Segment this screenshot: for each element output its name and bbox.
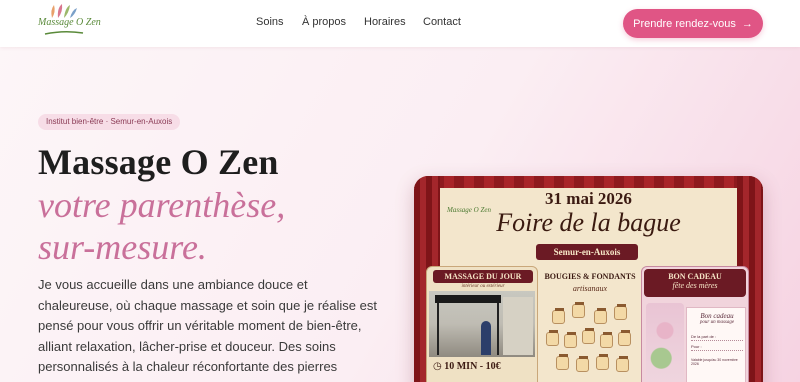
- nav-horaires[interactable]: Horaires: [364, 16, 406, 28]
- candle-jar: [614, 304, 627, 320]
- subtitle-line-1: votre parenthèse,: [38, 185, 286, 225]
- page-title: Massage O Zen: [38, 142, 279, 182]
- candle-jar: [618, 330, 631, 346]
- massage-price-text: 10 MIN - 10€: [444, 361, 501, 372]
- voucher-title: Bon cadeau: [700, 312, 734, 320]
- candle-jar: [594, 308, 607, 324]
- voucher-subtitle: pour un massage: [699, 320, 735, 325]
- clock-icon: ◷: [433, 361, 445, 372]
- hero-subtitle: votre parenthèse, sur-mesure.: [38, 184, 285, 268]
- nav-a-propos[interactable]: À propos: [302, 16, 346, 28]
- massage-price: ◷ 10 MIN - 10€: [433, 361, 533, 372]
- flower-illustration: [646, 303, 684, 382]
- massage-photo: [429, 291, 535, 357]
- cta-label: Prendre rendez-vous: [633, 17, 736, 30]
- massage-panel-subtitle: intérieur ou extérieur: [461, 284, 505, 289]
- gift-panel-subtitle: fête des mères: [672, 281, 718, 290]
- candle-jar: [552, 308, 565, 324]
- gift-panel-title: BON CADEAU: [668, 272, 722, 281]
- event-poster: 31 mai 2026 Massage O Zen Foire de la ba…: [414, 176, 763, 382]
- massage-panel: MASSAGE DU JOUR intérieur ou extérieur ◷…: [426, 266, 538, 382]
- nav-contact[interactable]: Contact: [423, 16, 461, 28]
- site-header: Massage O Zen Soins À propos Horaires Co…: [0, 0, 800, 47]
- poster-event-title: Foire de la bague: [496, 208, 681, 237]
- massage-panel-title: MASSAGE DU JOUR: [433, 270, 533, 283]
- book-appointment-button[interactable]: Prendre rendez-vous →: [623, 9, 763, 38]
- bougies-panel: BOUGIES & FONDANTS artisanaux: [542, 266, 638, 382]
- candle-jar: [616, 356, 629, 372]
- location-badge: Institut bien-être · Semur-en-Auxois: [38, 114, 181, 130]
- person: [481, 321, 491, 355]
- tent-canopy: [435, 295, 501, 303]
- hero-description: Je vous accueille dans une ambiance douc…: [38, 277, 377, 382]
- gift-panel: BON CADEAU fête des mères Bon cadeau pou…: [641, 266, 749, 382]
- candle-jar: [546, 330, 559, 346]
- subtitle-line-2: sur-mesure.: [38, 227, 207, 267]
- voucher-from: De la part de :: [691, 334, 743, 341]
- candle-jar: [596, 354, 609, 370]
- bougies-panel-title: BOUGIES & FONDANTS: [544, 272, 636, 281]
- gift-panel-header: BON CADEAU fête des mères: [644, 269, 746, 297]
- tent-leg: [437, 303, 439, 355]
- voucher-to: Pour :: [691, 344, 743, 351]
- voucher-note: Valable jusqu'au 30 novembre 2026: [691, 358, 738, 366]
- candle-jar: [600, 332, 613, 348]
- candle-jar: [564, 332, 577, 348]
- building: [503, 297, 533, 355]
- candle-jar: [576, 356, 589, 372]
- bougies-panel-subtitle: artisanaux: [572, 284, 608, 293]
- gift-voucher: Bon cadeau pour un massage De la part de…: [686, 307, 746, 382]
- arrow-right-icon: →: [741, 17, 753, 30]
- nav-soins[interactable]: Soins: [256, 16, 284, 28]
- candle-jar: [572, 302, 585, 318]
- poster-city: Semur-en-Auxois: [536, 244, 638, 260]
- candle-jar: [582, 328, 595, 344]
- tent-leg: [497, 303, 499, 355]
- candle-jar: [556, 354, 569, 370]
- curtain-valance: [414, 176, 763, 188]
